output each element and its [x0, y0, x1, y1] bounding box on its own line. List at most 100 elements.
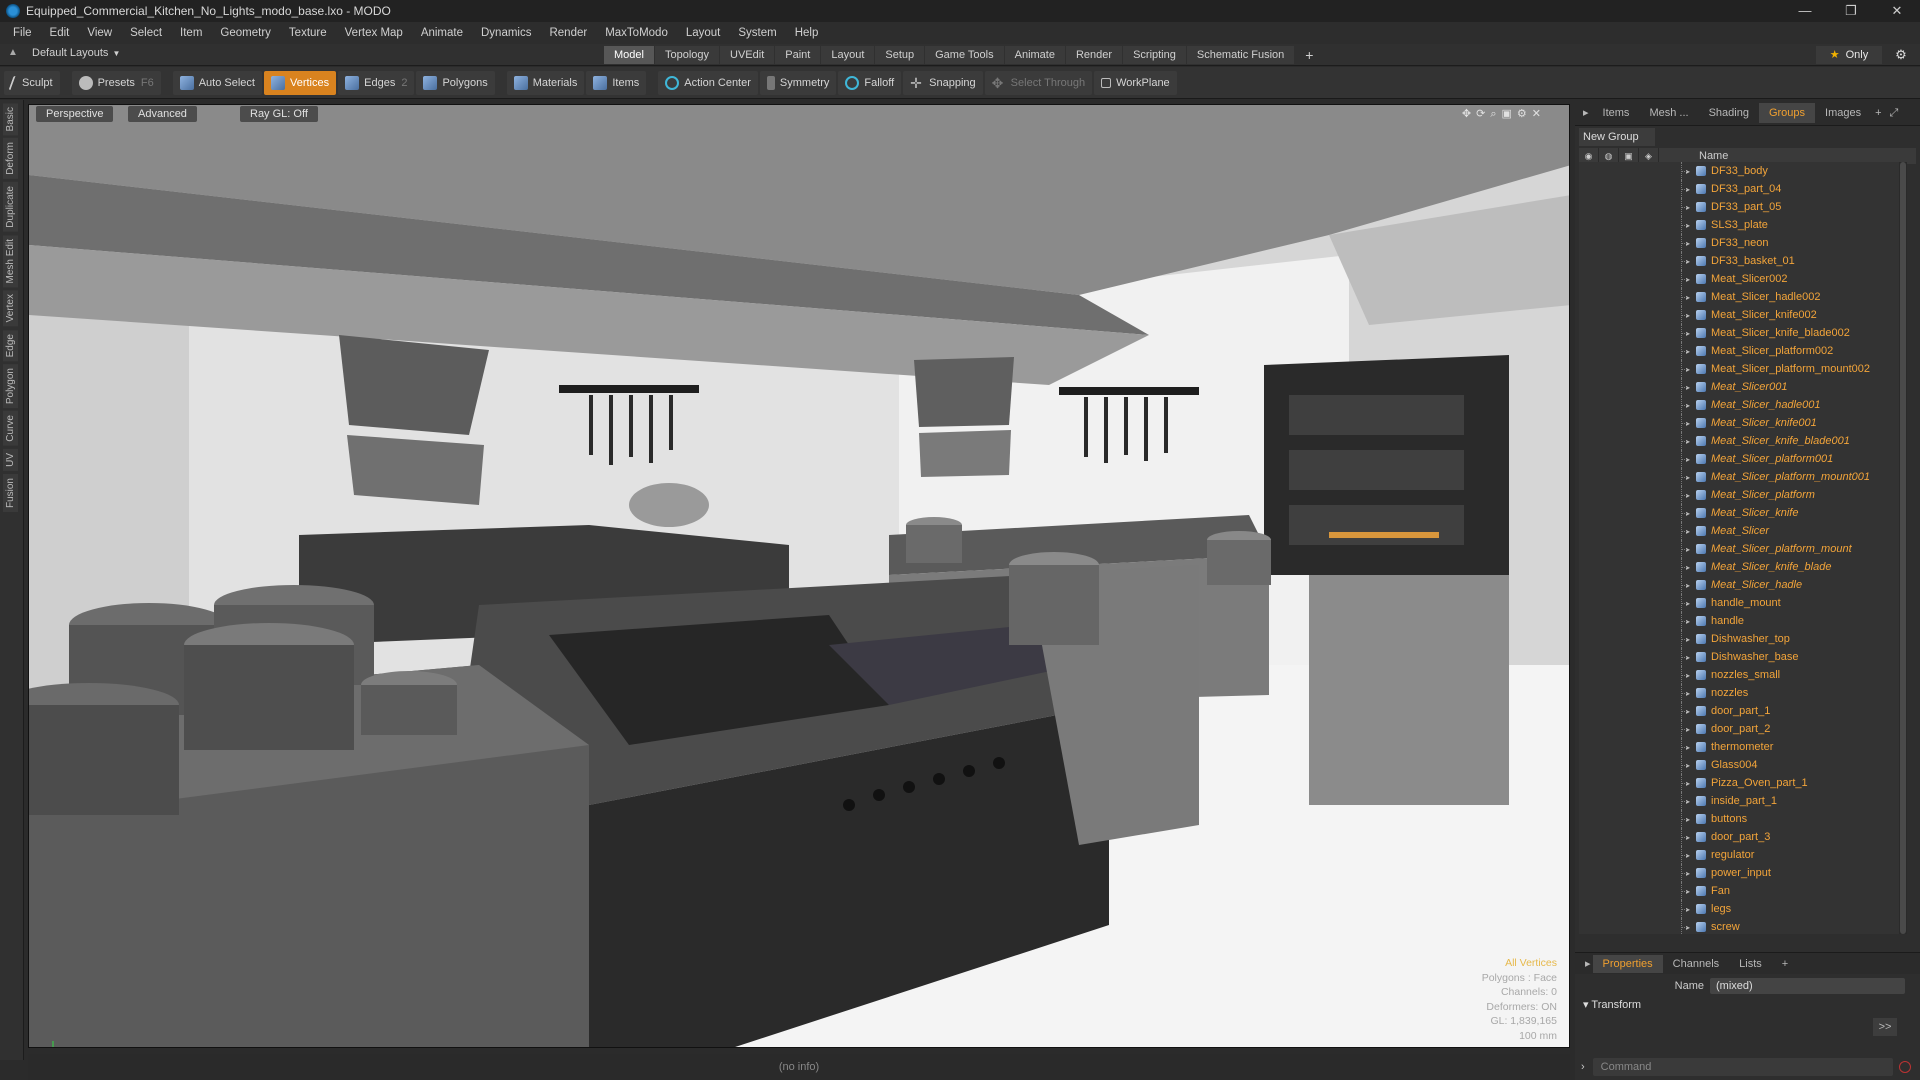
group-row[interactable]: ▸ Meat_Slicer_knife001	[1579, 414, 1907, 432]
group-row[interactable]: ▸ screw	[1579, 918, 1907, 934]
menu-help[interactable]: Help	[786, 27, 828, 39]
expand-arrow-icon[interactable]: ▸	[1686, 383, 1696, 392]
tab-schematic-fusion[interactable]: Schematic Fusion	[1186, 46, 1295, 64]
group-row[interactable]: ▸ legs	[1579, 900, 1907, 918]
left-tab-vertex[interactable]: Vertex	[3, 290, 18, 327]
expand-arrow-icon[interactable]: ▸	[1686, 329, 1696, 338]
menu-view[interactable]: View	[78, 27, 121, 39]
group-row[interactable]: ▸ power_input	[1579, 864, 1907, 882]
add-tab-icon[interactable]: +	[1295, 46, 1323, 64]
materials-button[interactable]: Materials	[506, 70, 585, 95]
tab-layout[interactable]: Layout	[821, 46, 875, 64]
group-row[interactable]: ▸ Meat_Slicer_knife_blade002	[1579, 324, 1907, 342]
tab-model[interactable]: Model	[604, 46, 654, 64]
expand-arrow-icon[interactable]: ▸	[1686, 887, 1696, 896]
group-row[interactable]: ▸ Meat_Slicer002	[1579, 270, 1907, 288]
edges-button[interactable]: Edges 2	[338, 70, 415, 95]
expand-arrow-icon[interactable]: ▸	[1686, 401, 1696, 410]
group-row[interactable]: ▸ DF33_part_05	[1579, 198, 1907, 216]
group-row[interactable]: ▸ Meat_Slicer_platform001	[1579, 450, 1907, 468]
left-tab-fusion[interactable]: Fusion	[3, 473, 18, 512]
expand-arrow-icon[interactable]: ▸	[1686, 419, 1696, 428]
group-row[interactable]: ▸ Dishwasher_base	[1579, 648, 1907, 666]
group-row[interactable]: ▸ Meat_Slicer_platform_mount	[1579, 540, 1907, 558]
tab-animate[interactable]: Animate	[1004, 46, 1065, 64]
expand-arrow-icon[interactable]: ▸	[1686, 635, 1696, 644]
symmetry-button[interactable]: Symmetry	[759, 70, 837, 95]
expand-arrow-icon[interactable]: ▸	[1686, 293, 1696, 302]
menu-render[interactable]: Render	[540, 27, 596, 39]
tab-scripting[interactable]: Scripting	[1123, 46, 1186, 64]
expand-panel-icon[interactable]: ⤢	[1886, 103, 1903, 123]
left-tab-duplicate[interactable]: Duplicate	[3, 182, 18, 232]
left-tab-edge[interactable]: Edge	[3, 329, 18, 362]
tab-channels[interactable]: Channels	[1663, 955, 1729, 973]
close-button[interactable]: ✕	[1874, 0, 1920, 22]
shading-advanced-dropdown[interactable]: Advanced	[128, 106, 197, 122]
expand-arrow-icon[interactable]: ▸	[1686, 527, 1696, 536]
transform-section[interactable]: ▾ Transform	[1583, 998, 1641, 1011]
expand-arrow-icon[interactable]: ▸	[1686, 563, 1696, 572]
expand-arrow-icon[interactable]: ▸	[1686, 761, 1696, 770]
group-row[interactable]: ▸ DF33_body	[1579, 162, 1907, 180]
auto-select-button[interactable]: Auto Select	[172, 70, 262, 95]
expand-arrow-icon[interactable]: ▸	[1686, 221, 1696, 230]
expand-arrow-icon[interactable]: ▸	[1686, 437, 1696, 446]
tab-topology[interactable]: Topology	[654, 46, 720, 64]
expand-arrow-icon[interactable]: ▸	[1686, 617, 1696, 626]
group-row[interactable]: ▸ DF33_part_04	[1579, 180, 1907, 198]
expand-arrow-icon[interactable]: ▸	[1686, 923, 1696, 932]
expand-arrow-icon[interactable]: ▸	[1686, 725, 1696, 734]
tab-groups[interactable]: Groups	[1758, 102, 1816, 123]
menu-item[interactable]: Item	[171, 27, 211, 39]
expand-properties-button[interactable]: >>	[1873, 1018, 1897, 1036]
left-tab-polygon[interactable]: Polygon	[3, 364, 18, 409]
groups-scrollbar[interactable]	[1899, 162, 1907, 934]
gear-icon[interactable]: ⚙	[1888, 46, 1914, 64]
tab-properties[interactable]: Properties	[1592, 954, 1663, 973]
group-row[interactable]: ▸ DF33_neon	[1579, 234, 1907, 252]
only-button[interactable]: ★ Only	[1816, 46, 1882, 64]
expand-arrow-icon[interactable]: ▸	[1686, 671, 1696, 680]
group-row[interactable]: ▸ Meat_Slicer_platform_mount001	[1579, 468, 1907, 486]
tab-uvedit[interactable]: UVEdit	[720, 46, 775, 64]
group-row[interactable]: ▸ Meat_Slicer_hadle001	[1579, 396, 1907, 414]
snapping-button[interactable]: ✛ Snapping	[903, 70, 983, 95]
expand-arrow-icon[interactable]: ▸	[1686, 311, 1696, 320]
group-row[interactable]: ▸ door_part_1	[1579, 702, 1907, 720]
menu-file[interactable]: File	[4, 27, 41, 39]
expand-arrow-icon[interactable]: ▸	[1686, 815, 1696, 824]
expand-arrow-icon[interactable]: ▸	[1686, 743, 1696, 752]
tab-render[interactable]: Render	[1065, 46, 1123, 64]
expand-arrow-icon[interactable]: ▸	[1686, 797, 1696, 806]
group-row[interactable]: ▸ Meat_Slicer_platform_mount002	[1579, 360, 1907, 378]
menu-layout[interactable]: Layout	[677, 27, 730, 39]
group-row[interactable]: ▸ Meat_Slicer_platform002	[1579, 342, 1907, 360]
group-row[interactable]: ▸ SLS3_plate	[1579, 216, 1907, 234]
expand-arrow-icon[interactable]: ▸	[1686, 905, 1696, 914]
tab-shading[interactable]: Shading	[1699, 103, 1759, 123]
expand-arrow-icon[interactable]: ▸	[1686, 347, 1696, 356]
left-tab-basic[interactable]: Basic	[3, 103, 18, 136]
group-row[interactable]: ▸ handle_mount	[1579, 594, 1907, 612]
viewport-nav-icons[interactable]: ✥⟳⌕▣⚙✕	[1452, 106, 1556, 122]
group-row[interactable]: ▸ Meat_Slicer_hadle002	[1579, 288, 1907, 306]
select-through-button[interactable]: ✥ Select Through	[984, 70, 1093, 95]
left-tab-deform[interactable]: Deform	[3, 138, 18, 180]
group-row[interactable]: ▸ Meat_Slicer_hadle	[1579, 576, 1907, 594]
expand-arrow-icon[interactable]: ▸	[1686, 257, 1696, 266]
group-row[interactable]: ▸ buttons	[1579, 810, 1907, 828]
workplane-button[interactable]: WorkPlane	[1094, 70, 1177, 95]
expand-arrow-icon[interactable]: ▸	[1686, 869, 1696, 878]
expand-arrow-icon[interactable]: ▸	[1686, 851, 1696, 860]
expand-arrow-icon[interactable]: ▸	[1686, 203, 1696, 212]
expand-arrow-icon[interactable]: ▸	[1686, 275, 1696, 284]
group-row[interactable]: ▸ Meat_Slicer_knife002	[1579, 306, 1907, 324]
view-perspective-dropdown[interactable]: Perspective	[36, 106, 114, 122]
panel-menu-icon-2[interactable]: ▸	[1583, 955, 1593, 973]
menu-select[interactable]: Select	[121, 27, 171, 39]
group-row[interactable]: ▸ handle	[1579, 612, 1907, 630]
raygl-toggle[interactable]: Ray GL: Off	[240, 106, 318, 122]
add-panel-tab-icon[interactable]: +	[1871, 103, 1885, 123]
falloff-button[interactable]: Falloff	[838, 70, 902, 95]
